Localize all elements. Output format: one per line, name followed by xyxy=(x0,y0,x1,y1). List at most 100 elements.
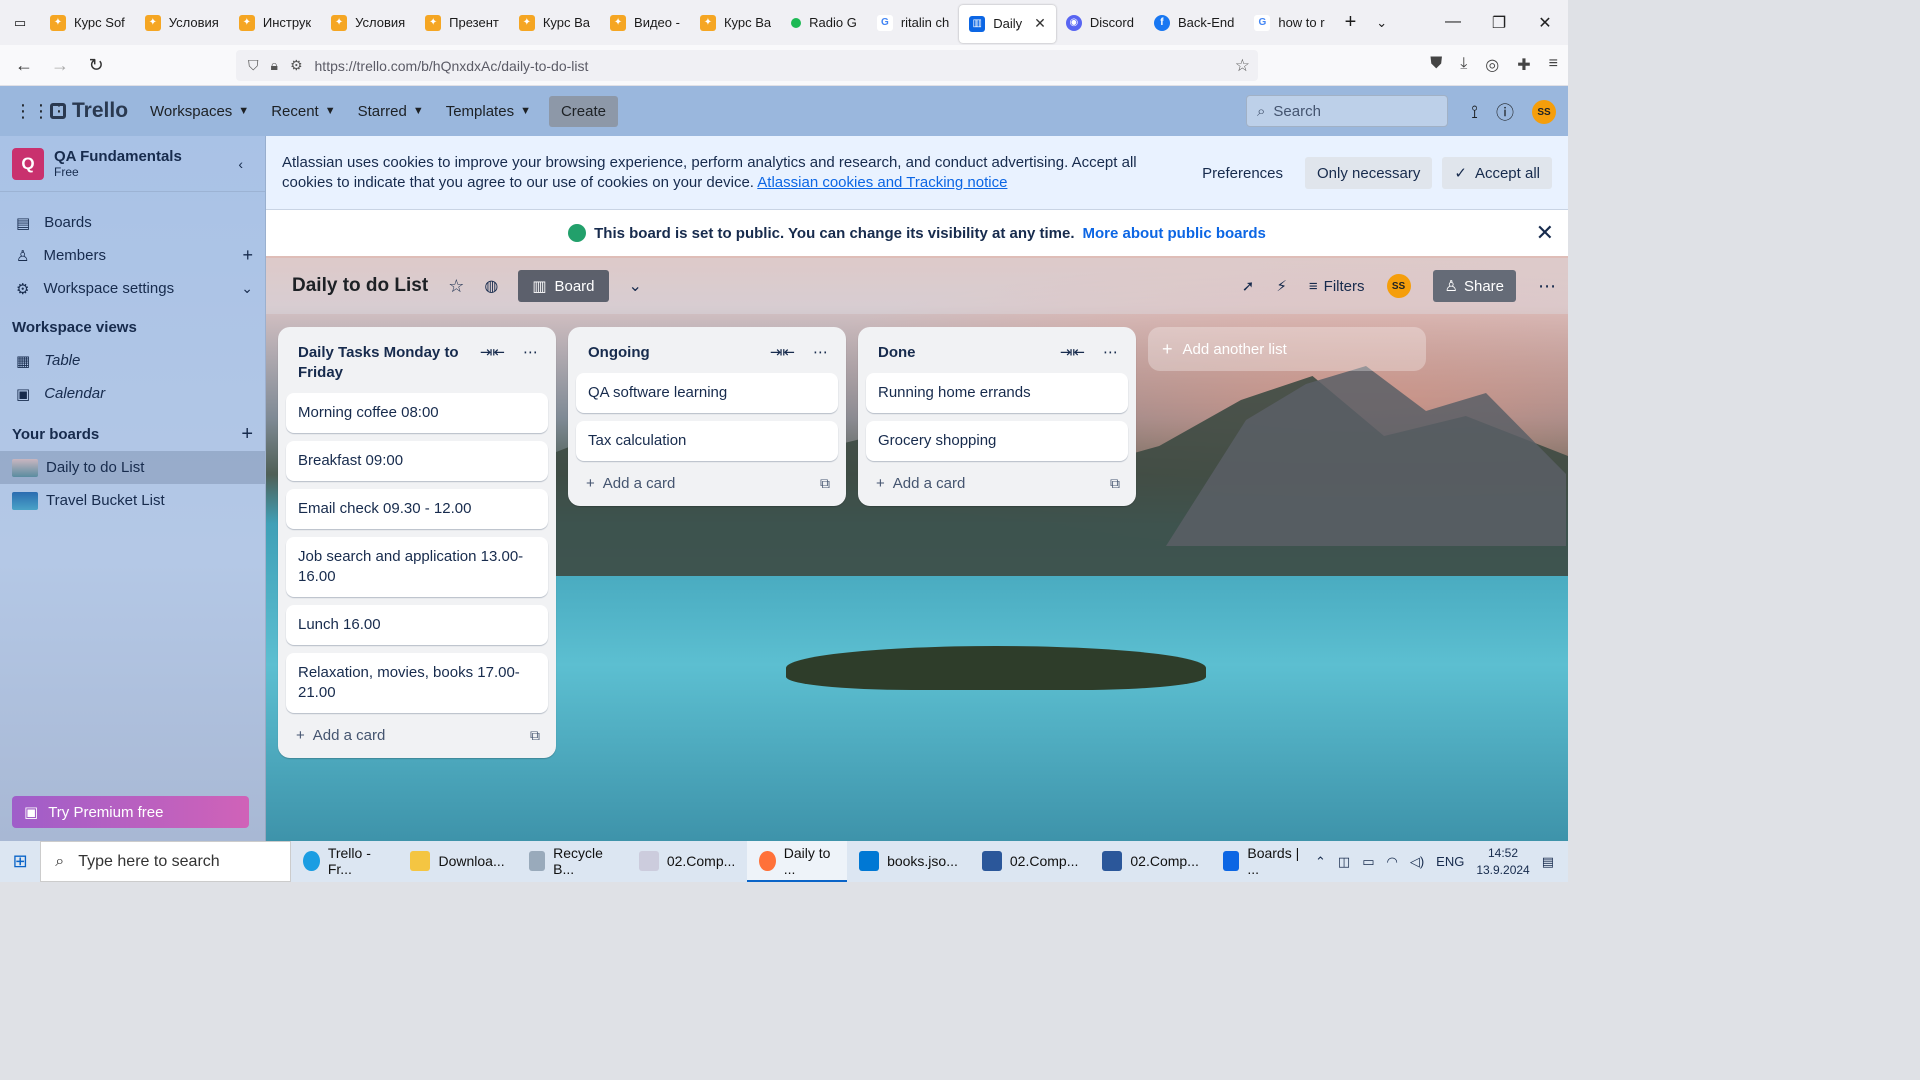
collapse-list-icon[interactable]: ⇥⇤ xyxy=(480,343,505,363)
browser-tab[interactable]: Gritalin ch xyxy=(867,0,959,45)
account-icon[interactable]: ◎ xyxy=(1485,55,1499,75)
sidebar-item-calendar[interactable]: ▣ Calendar xyxy=(0,377,265,410)
card[interactable]: Relaxation, movies, books 17.00-21.00 xyxy=(286,653,548,713)
shield-icon[interactable]: ⛉ xyxy=(248,57,259,74)
list-menu-icon[interactable]: ⋯ xyxy=(523,343,538,363)
clock[interactable]: 14:52 13.9.2024 xyxy=(1476,845,1529,879)
wifi-icon[interactable]: ◠ xyxy=(1386,854,1397,870)
chevron-up-icon[interactable]: ⌃ xyxy=(1315,854,1326,870)
reload-icon[interactable]: ↻ xyxy=(78,55,114,76)
browser-tab[interactable]: Radio G xyxy=(781,0,867,45)
menu-icon[interactable]: ≡ xyxy=(1549,55,1558,75)
add-board-icon[interactable]: + xyxy=(241,423,253,446)
restore-icon[interactable]: ❐ xyxy=(1476,13,1522,33)
network-icon[interactable]: ◫ xyxy=(1338,854,1350,870)
board-title[interactable]: Daily to do List xyxy=(292,275,428,297)
browser-tab[interactable]: ✦ Курс Sof xyxy=(40,0,135,45)
browser-tab[interactable]: ✦ Условия xyxy=(135,0,229,45)
taskbar-search-input[interactable]: ⌕ Type here to search xyxy=(40,841,292,882)
card[interactable]: Morning coffee 08:00 xyxy=(286,393,548,433)
card[interactable]: Job search and application 13.00-16.00 xyxy=(286,537,548,597)
bookmark-star-icon[interactable]: ☆ xyxy=(1235,56,1250,76)
template-icon[interactable]: ⧉ xyxy=(530,727,540,744)
try-premium-button[interactable]: ▣ Try Premium free xyxy=(12,796,249,828)
taskbar-app-firefox[interactable]: Daily to ... xyxy=(747,841,848,882)
starred-menu[interactable]: Starred ▼ xyxy=(358,103,424,120)
more-options-icon[interactable]: ⋯ xyxy=(1538,276,1556,297)
browser-tab[interactable]: f Back-End xyxy=(1144,0,1244,45)
notifications-icon[interactable]: ▤ xyxy=(1542,854,1554,870)
permissions-icon[interactable]: ⚙ xyxy=(290,57,303,74)
recent-menu[interactable]: Recent ▼ xyxy=(271,103,335,120)
power-ups-icon[interactable]: ➚ xyxy=(1242,277,1255,295)
collapse-list-icon[interactable]: ⇥⇤ xyxy=(1060,343,1085,363)
pocket-icon[interactable]: ⛊ xyxy=(1430,55,1442,75)
card[interactable]: Breakfast 09:00 xyxy=(286,441,548,481)
close-window-icon[interactable]: ✕ xyxy=(1522,13,1568,33)
add-card-button[interactable]: + Add a card ⧉ xyxy=(286,721,548,750)
browser-tab[interactable]: ✦ Инструк xyxy=(229,0,321,45)
downloads-icon[interactable]: ⤓ xyxy=(1460,55,1467,75)
chevron-down-icon[interactable]: ⌄ xyxy=(241,280,253,297)
sidebar-board-travel[interactable]: Travel Bucket List xyxy=(0,484,265,517)
add-card-button[interactable]: + Add a card ⧉ xyxy=(866,469,1128,498)
add-list-button[interactable]: + Add another list xyxy=(1148,327,1426,371)
battery-icon[interactable]: ▭ xyxy=(1362,854,1374,870)
list-header[interactable]: Done ⇥⇤ ⋯ xyxy=(866,335,1128,373)
template-icon[interactable]: ⧉ xyxy=(820,475,830,492)
taskbar-app-vscode[interactable]: books.jso... xyxy=(847,841,970,882)
member-avatar[interactable]: SS xyxy=(1386,274,1411,298)
accept-all-button[interactable]: ✓ Accept all xyxy=(1442,157,1552,189)
automation-icon[interactable]: ⚡ xyxy=(1276,277,1287,295)
preferences-button[interactable]: Preferences xyxy=(1190,157,1295,189)
tab-list-button[interactable]: ▭ xyxy=(0,0,40,45)
card[interactable]: Grocery shopping xyxy=(866,421,1128,461)
share-button[interactable]: ♙ Share xyxy=(1432,270,1516,302)
help-icon[interactable]: ⓘ xyxy=(1496,99,1514,125)
sidebar-item-boards[interactable]: ▤ Boards xyxy=(0,206,265,239)
taskbar-app-explorer[interactable]: Downloa... xyxy=(398,841,516,882)
tab-overflow-chevron-icon[interactable]: ⌄ xyxy=(1366,0,1397,45)
browser-tab[interactable]: ✦ Курс Ва xyxy=(690,0,781,45)
taskbar-app-recycle[interactable]: Recycle B... xyxy=(517,841,627,882)
templates-menu[interactable]: Templates ▼ xyxy=(446,103,531,120)
browser-tab[interactable]: ✦ Курс Ва xyxy=(509,0,600,45)
collapse-list-icon[interactable]: ⇥⇤ xyxy=(770,343,795,363)
close-icon[interactable]: ✕ xyxy=(1536,220,1554,246)
board-view-button[interactable]: ▥ Board xyxy=(518,270,609,302)
browser-tab[interactable]: ✦ Видео - xyxy=(600,0,690,45)
browser-tab[interactable]: Ghow to r xyxy=(1244,0,1334,45)
visibility-globe-icon[interactable]: ◍ xyxy=(484,276,498,296)
card[interactable]: QA software learning xyxy=(576,373,838,413)
browser-tab[interactable]: ✦ Условия xyxy=(321,0,415,45)
browser-tab-active[interactable]: ▥ Daily ✕ xyxy=(959,4,1056,43)
forward-arrow-icon[interactable]: → xyxy=(42,55,78,76)
browser-tab[interactable]: ✦ Презент xyxy=(415,0,509,45)
taskbar-app-word[interactable]: 02.Comp... xyxy=(970,841,1090,882)
add-card-button[interactable]: + Add a card ⧉ xyxy=(576,469,838,498)
card[interactable]: Running home errands xyxy=(866,373,1128,413)
app-switcher-icon[interactable]: ⋮⋮⋮ xyxy=(14,101,68,122)
collapse-sidebar-icon[interactable]: ‹ xyxy=(238,156,243,172)
workspace-header[interactable]: Q QA Fundamentals Free ‹ xyxy=(0,136,265,192)
only-necessary-button[interactable]: Only necessary xyxy=(1305,157,1433,189)
url-text[interactable]: https://trello.com/b/hQnxdxAc/daily-to-d… xyxy=(315,58,589,74)
list-menu-icon[interactable]: ⋯ xyxy=(813,343,828,363)
sidebar-item-members[interactable]: ♙ Members + xyxy=(0,239,265,272)
views-chevron-down-icon[interactable]: ⌄ xyxy=(629,276,642,296)
card[interactable]: Email check 09.30 - 12.00 xyxy=(286,489,548,529)
volume-icon[interactable]: ◁) xyxy=(1410,854,1424,870)
template-icon[interactable]: ⧉ xyxy=(1110,475,1120,492)
workspaces-menu[interactable]: Workspaces ▼ xyxy=(150,103,249,120)
sidebar-item-workspace-settings[interactable]: ⚙ Workspace settings ⌄ xyxy=(0,272,265,305)
avatar[interactable]: SS xyxy=(1532,100,1556,124)
minimize-icon[interactable]: — xyxy=(1430,13,1476,33)
card[interactable]: Lunch 16.00 xyxy=(286,605,548,645)
sidebar-item-table[interactable]: ▦ Table xyxy=(0,344,265,377)
taskbar-app-document[interactable]: 02.Comp... xyxy=(627,841,747,882)
add-member-icon[interactable]: + xyxy=(242,245,253,266)
close-tab-icon[interactable]: ✕ xyxy=(1034,15,1046,32)
trello-logo[interactable]: Trello xyxy=(50,99,128,123)
notifications-icon[interactable]: ⟟ xyxy=(1471,102,1478,123)
filters-button[interactable]: ≡ Filters xyxy=(1309,278,1365,295)
